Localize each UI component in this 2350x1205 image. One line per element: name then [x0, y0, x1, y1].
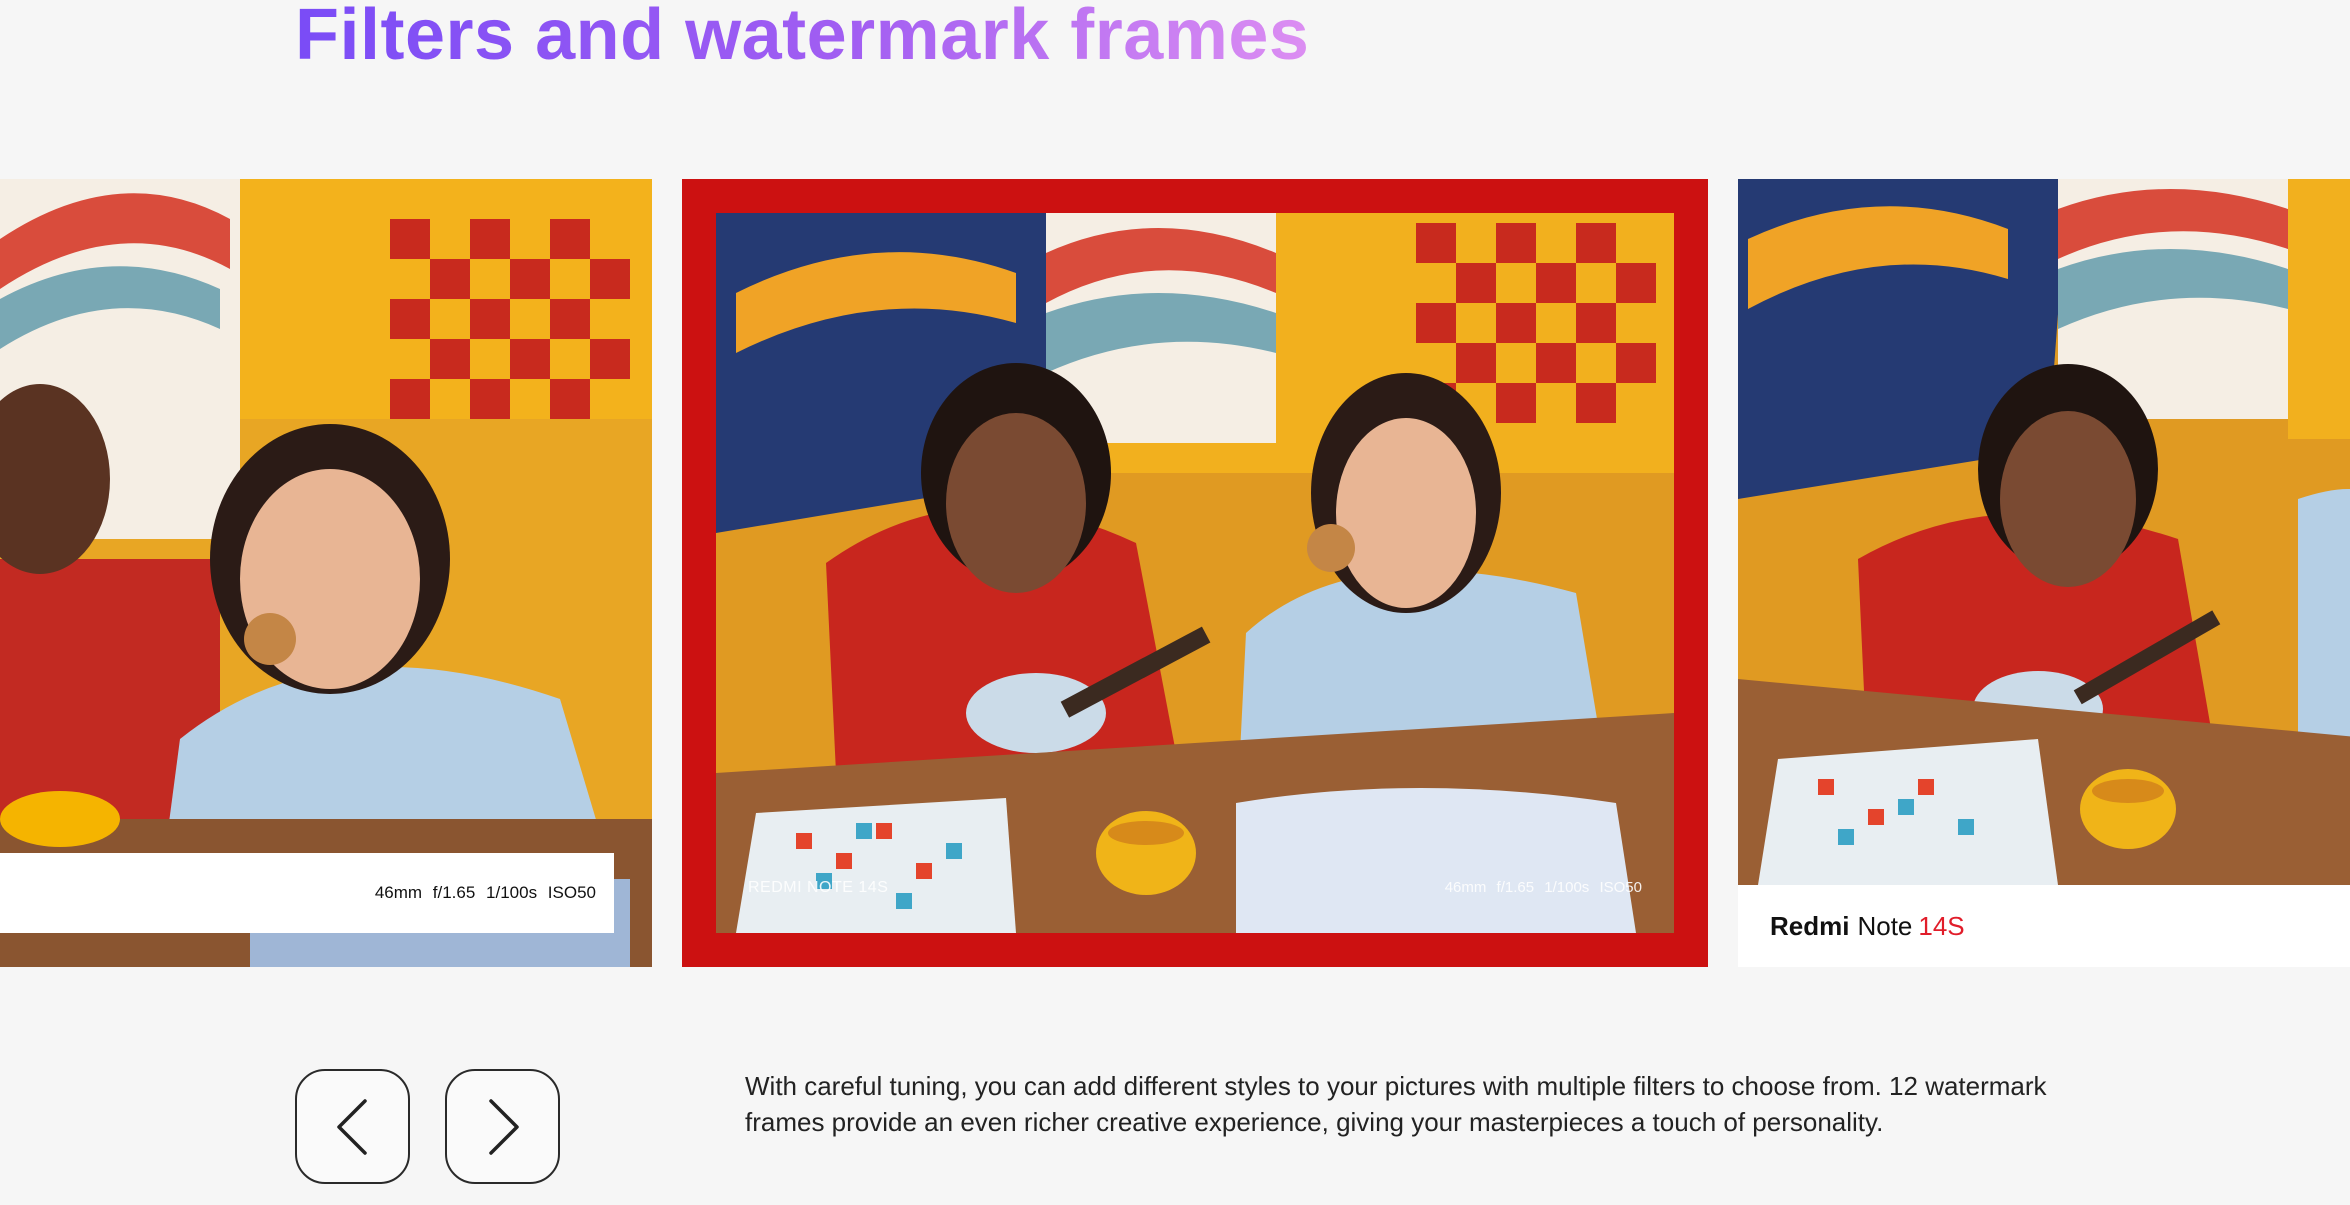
- slide-photo: [716, 213, 1674, 933]
- watermark-bar: Redmi Note 14S: [1738, 885, 2350, 967]
- watermark-bar: 46mm f/1.65 1/100s ISO50: [0, 853, 614, 933]
- brand-series: Note: [1857, 910, 1913, 941]
- carousel-slide-1[interactable]: 46mm f/1.65 1/100s ISO50: [0, 179, 652, 967]
- page: Filters and watermark frames 46mm f/1.65…: [0, 0, 2350, 1205]
- slide-photo: [1738, 179, 2350, 885]
- watermark-specs: 46mm f/1.65 1/100s ISO50: [374, 883, 596, 902]
- slide-photo: [0, 179, 652, 967]
- section-description: With careful tuning, you can add differe…: [745, 1071, 2047, 1137]
- carousel-prev-button[interactable]: [295, 1069, 410, 1184]
- watermark-specs: 46mm f/1.65 1/100s ISO50: [1444, 879, 1642, 896]
- chevron-right-icon: [488, 1098, 519, 1155]
- brand-model: 14S: [1918, 910, 1965, 941]
- section-title: Filters and watermark frames: [295, 0, 1309, 76]
- watermark-brand: REDMI NOTE 14S: [748, 879, 889, 896]
- chevron-left-icon: [336, 1098, 367, 1155]
- carousel-slide-2[interactable]: REDMI NOTE 14S 46mm f/1.65 1/100s ISO50: [682, 179, 1708, 967]
- carousel-slide-3[interactable]: Redmi Note 14S: [1738, 179, 2350, 967]
- carousel-next-button[interactable]: [445, 1069, 560, 1184]
- brand-name: Redmi: [1770, 910, 1850, 941]
